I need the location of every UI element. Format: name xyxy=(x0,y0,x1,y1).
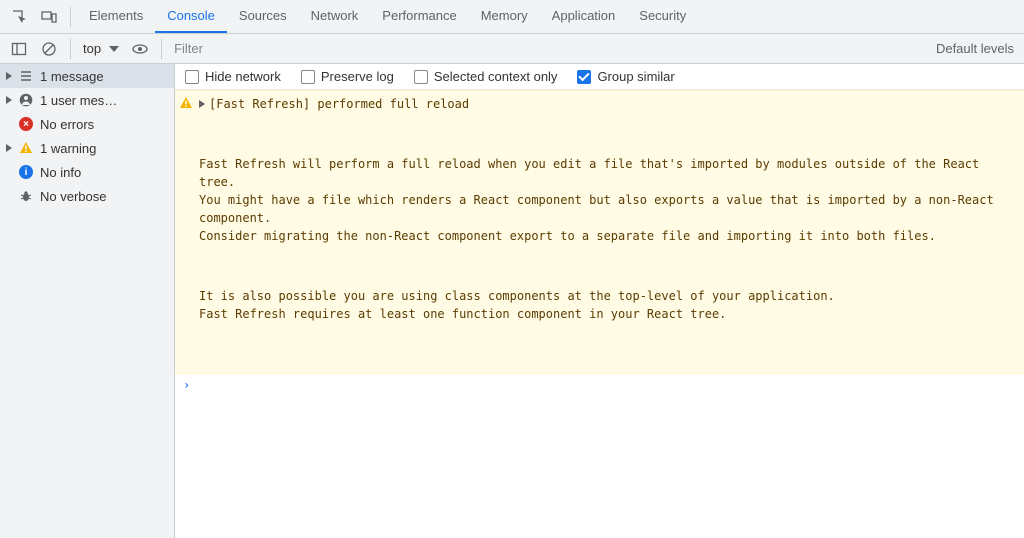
option-label: Selected context only xyxy=(434,69,558,84)
devtools-tab-bar: Elements Console Sources Network Perform… xyxy=(0,0,1024,34)
console-sidebar: 1 message 1 user mes… × No errors xyxy=(0,64,175,538)
option-selected-context[interactable]: Selected context only xyxy=(414,69,558,84)
checkbox-icon xyxy=(414,70,428,84)
list-icon xyxy=(18,68,34,84)
clear-console-icon[interactable] xyxy=(36,36,62,62)
sidebar-item-info[interactable]: i No info xyxy=(0,160,174,184)
checkbox-icon xyxy=(301,70,315,84)
option-group-similar[interactable]: Group similar xyxy=(577,69,674,84)
log-details: Fast Refresh will perform a full reload … xyxy=(199,119,1016,365)
option-label: Hide network xyxy=(205,69,281,84)
filter-input[interactable] xyxy=(168,37,318,60)
console-toolbar: top Default levels xyxy=(0,34,1024,64)
tab-label: Sources xyxy=(239,8,287,23)
tab-label: Console xyxy=(167,8,215,23)
sidebar-label: No info xyxy=(40,165,81,180)
tab-security[interactable]: Security xyxy=(627,0,698,33)
option-label: Group similar xyxy=(597,69,674,84)
tab-network[interactable]: Network xyxy=(299,0,371,33)
inspect-element-icon[interactable] xyxy=(6,4,32,30)
context-selector[interactable]: top xyxy=(77,41,125,56)
device-toggle-icon[interactable] xyxy=(36,4,62,30)
tab-performance[interactable]: Performance xyxy=(370,0,468,33)
warning-icon xyxy=(179,96,193,115)
bug-icon xyxy=(18,188,34,204)
sidebar-item-errors[interactable]: × No errors xyxy=(0,112,174,136)
log-summary-text: [Fast Refresh] performed full reload xyxy=(209,95,469,113)
option-hide-network[interactable]: Hide network xyxy=(185,69,281,84)
expand-icon xyxy=(6,96,12,104)
info-icon: i xyxy=(18,164,34,180)
tab-application[interactable]: Application xyxy=(540,0,628,33)
console-main: Hide network Preserve log Selected conte… xyxy=(175,64,1024,538)
tab-label: Security xyxy=(639,8,686,23)
expand-icon xyxy=(6,72,12,80)
sidebar-label: 1 message xyxy=(40,69,104,84)
tab-label: Memory xyxy=(481,8,528,23)
expand-icon xyxy=(6,144,12,152)
option-preserve-log[interactable]: Preserve log xyxy=(301,69,394,84)
checkbox-icon xyxy=(185,70,199,84)
tab-memory[interactable]: Memory xyxy=(469,0,540,33)
tab-label: Performance xyxy=(382,8,456,23)
expand-icon xyxy=(199,100,205,108)
live-expression-icon[interactable] xyxy=(127,36,153,62)
levels-label: Default levels xyxy=(936,41,1014,56)
sidebar-item-verbose[interactable]: No verbose xyxy=(0,184,174,208)
sidebar-label: No verbose xyxy=(40,189,106,204)
console-settings: Hide network Preserve log Selected conte… xyxy=(175,64,1024,90)
sidebar-label: 1 user mes… xyxy=(40,93,117,108)
console-body: 1 message 1 user mes… × No errors xyxy=(0,64,1024,538)
log-entry-warning[interactable]: [Fast Refresh] performed full reload Fas… xyxy=(175,90,1024,374)
log-summary[interactable]: [Fast Refresh] performed full reload xyxy=(199,95,1016,113)
warning-icon xyxy=(18,140,34,156)
log-paragraph: It is also possible you are using class … xyxy=(199,287,1016,323)
tab-elements[interactable]: Elements xyxy=(77,0,155,33)
prompt-chevron-icon: › xyxy=(183,378,190,392)
tab-console[interactable]: Console xyxy=(155,0,227,33)
sidebar-item-messages[interactable]: 1 message xyxy=(0,64,174,88)
divider xyxy=(70,39,71,59)
tab-label: Application xyxy=(552,8,616,23)
console-log-area: [Fast Refresh] performed full reload Fas… xyxy=(175,90,1024,538)
tab-label: Network xyxy=(311,8,359,23)
user-icon xyxy=(18,92,34,108)
chevron-down-icon xyxy=(109,46,119,52)
devtools-panel: Elements Console Sources Network Perform… xyxy=(0,0,1024,538)
sidebar-label: 1 warning xyxy=(40,141,96,156)
sidebar-item-user-messages[interactable]: 1 user mes… xyxy=(0,88,174,112)
checkbox-checked-icon xyxy=(577,70,591,84)
divider xyxy=(70,7,71,27)
sidebar-label: No errors xyxy=(40,117,94,132)
console-prompt[interactable]: › xyxy=(175,374,1024,396)
option-label: Preserve log xyxy=(321,69,394,84)
tabs: Elements Console Sources Network Perform… xyxy=(77,0,698,33)
console-input[interactable] xyxy=(196,378,1016,392)
toggle-sidebar-icon[interactable] xyxy=(6,36,32,62)
divider xyxy=(161,39,162,59)
sidebar-item-warnings[interactable]: 1 warning xyxy=(0,136,174,160)
log-levels-selector[interactable]: Default levels xyxy=(926,41,1024,56)
error-icon: × xyxy=(18,116,34,132)
tab-label: Elements xyxy=(89,8,143,23)
context-label: top xyxy=(83,41,101,56)
log-paragraph: Fast Refresh will perform a full reload … xyxy=(199,155,1016,245)
tab-sources[interactable]: Sources xyxy=(227,0,299,33)
